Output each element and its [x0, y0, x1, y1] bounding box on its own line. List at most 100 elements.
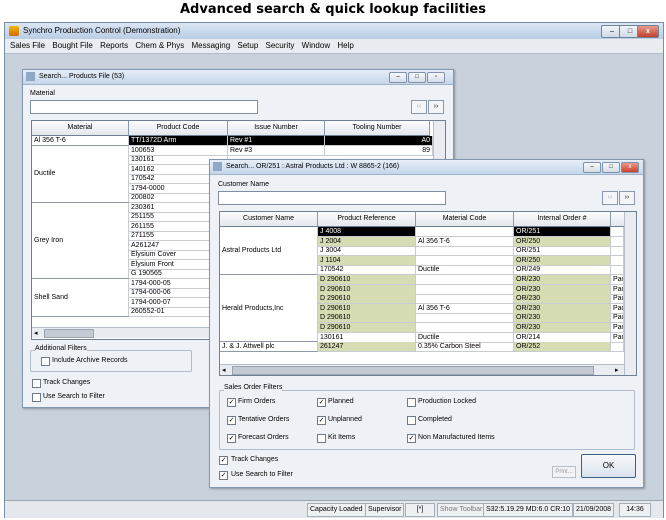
product-code-cell[interactable]: TT/1372D Arm	[129, 136, 228, 146]
product-reference-cell[interactable]: D 290610	[318, 275, 416, 285]
issue-number-cell[interactable]: Rev #1	[228, 136, 325, 146]
extra-cell[interactable]: Pac	[611, 303, 624, 314]
extra-cell[interactable]: Pac	[611, 275, 624, 285]
product-reference-cell[interactable]: 170542	[318, 265, 416, 276]
material-code-cell[interactable]: Al 356 T-6	[416, 303, 514, 314]
extra-cell[interactable]: Pac	[611, 323, 624, 333]
scroll-thumb[interactable]	[44, 329, 94, 338]
extra-cell[interactable]: Pac	[611, 284, 624, 295]
material-code-cell[interactable]: Ductile	[416, 332, 514, 343]
maximize-icon[interactable]: □	[408, 72, 426, 83]
extra-cell[interactable]	[611, 265, 624, 276]
next-match-button[interactable]: ››	[428, 100, 444, 114]
extra-cell[interactable]	[611, 255, 624, 266]
product-reference-cell[interactable]: D 290610	[318, 303, 416, 314]
prev-match-button[interactable]: ‹‹	[602, 191, 618, 205]
maximize-icon[interactable]: □	[602, 162, 620, 173]
internal-order-cell[interactable]: OR/230	[514, 284, 611, 295]
col-material-code[interactable]: Material Code	[416, 212, 514, 227]
product-reference-cell[interactable]: J 3004	[318, 246, 416, 257]
col-customer-name[interactable]: Customer Name	[220, 212, 318, 227]
internal-order-cell[interactable]: OR/250	[514, 236, 611, 247]
product-reference-cell[interactable]: 261247	[318, 342, 416, 353]
minimize-icon[interactable]: –	[583, 162, 601, 173]
extra-cell[interactable]: Pac	[611, 313, 624, 324]
filter-checkbox[interactable]: ✓	[227, 398, 236, 407]
internal-order-cell[interactable]: OR/250	[514, 255, 611, 266]
filter-checkbox[interactable]: ✓	[407, 434, 416, 443]
ok-button[interactable]: OK	[581, 454, 636, 478]
internal-order-cell[interactable]: OR/252	[514, 342, 611, 353]
col-product-code[interactable]: Product Code	[129, 121, 228, 136]
col-product-reference[interactable]: Product Reference	[318, 212, 416, 227]
material-code-cell[interactable]	[416, 246, 514, 257]
menu-sales-file[interactable]: Sales File	[10, 41, 45, 50]
filter-checkbox[interactable]: ✓	[227, 416, 236, 425]
filter-checkbox[interactable]: ✓	[317, 398, 326, 407]
issue-number-cell[interactable]: Rev #3	[228, 145, 325, 156]
orders-vscroll[interactable]	[624, 212, 636, 375]
use-search-filter-checkbox[interactable]	[32, 393, 41, 402]
extra-cell[interactable]	[611, 227, 624, 237]
include-archive-checkbox[interactable]	[41, 357, 50, 366]
internal-order-cell[interactable]: OR/249	[514, 265, 611, 276]
internal-order-cell[interactable]: OR/230	[514, 294, 611, 305]
internal-order-cell[interactable]: OR/230	[514, 323, 611, 333]
material-code-cell[interactable]	[416, 294, 514, 305]
internal-order-cell[interactable]: OR/230	[514, 303, 611, 314]
material-code-cell[interactable]	[416, 275, 514, 285]
extra-cell[interactable]: Pac	[611, 332, 624, 343]
col-tooling-number[interactable]: Tooling Number	[325, 121, 430, 136]
menu-setup[interactable]: Setup	[237, 41, 258, 50]
internal-order-cell[interactable]: OR/230	[514, 313, 611, 324]
material-code-cell[interactable]: Al 356 T-6	[416, 236, 514, 247]
scroll-right-icon[interactable]: ▸	[615, 366, 619, 374]
filter-checkbox[interactable]	[407, 398, 416, 407]
extra-cell[interactable]	[611, 246, 624, 257]
track-changes-checkbox[interactable]	[32, 379, 41, 388]
use-search-filter-checkbox[interactable]: ✓	[219, 471, 228, 480]
orders-window-titlebar[interactable]: Search... OR/251 : Astral Products Ltd :…	[210, 160, 643, 175]
close-icon[interactable]: x	[621, 162, 639, 173]
material-code-cell[interactable]	[416, 313, 514, 324]
orders-hscroll[interactable]: ◂ ▸	[220, 364, 624, 375]
scroll-left-icon[interactable]: ◂	[222, 366, 226, 374]
filter-checkbox[interactable]: ✓	[317, 416, 326, 425]
extra-cell[interactable]: Pac	[611, 294, 624, 305]
filter-checkbox[interactable]	[407, 416, 416, 425]
product-reference-cell[interactable]: D 290610	[318, 313, 416, 324]
material-code-cell[interactable]	[416, 284, 514, 295]
menu-reports[interactable]: Reports	[100, 41, 128, 50]
filter-checkbox[interactable]	[317, 434, 326, 443]
show-toolbar-button[interactable]: Show Toolbar	[437, 503, 486, 517]
product-reference-cell[interactable]: D 290610	[318, 323, 416, 333]
material-code-cell[interactable]	[416, 227, 514, 237]
filter-checkbox[interactable]: ✓	[227, 434, 236, 443]
internal-order-cell[interactable]: OR/251	[514, 246, 611, 257]
product-reference-cell[interactable]: J 2004	[318, 236, 416, 247]
menu-bought-file[interactable]: Bought File	[52, 41, 92, 50]
internal-order-cell[interactable]: OR/230	[514, 275, 611, 285]
product-reference-cell[interactable]: D 290610	[318, 294, 416, 305]
menu-messaging[interactable]: Messaging	[191, 41, 230, 50]
menu-chem-phys[interactable]: Chem & Phys	[135, 41, 184, 50]
tooling-number-cell[interactable]: A0	[325, 136, 433, 146]
material-code-cell[interactable]	[416, 255, 514, 266]
material-code-cell[interactable]: 0.35% Carbon Steel	[416, 342, 514, 353]
col-issue-number[interactable]: Issue Number	[228, 121, 325, 136]
minimize-icon[interactable]: –	[389, 72, 407, 83]
extra-cell[interactable]	[611, 236, 624, 247]
track-changes-checkbox[interactable]: ✓	[219, 456, 228, 465]
product-reference-cell[interactable]: J 1104	[318, 255, 416, 266]
product-code-cell[interactable]: 100653	[129, 145, 228, 156]
material-code-cell[interactable]	[416, 323, 514, 333]
product-reference-cell[interactable]: D 290610	[318, 284, 416, 295]
menu-window[interactable]: Window	[302, 41, 330, 50]
menu-help[interactable]: Help	[337, 41, 353, 50]
material-code-cell[interactable]: Ductile	[416, 265, 514, 276]
menu-security[interactable]: Security	[266, 41, 295, 50]
material-search-input[interactable]	[30, 100, 258, 114]
col-material[interactable]: Material	[32, 121, 129, 136]
scroll-thumb[interactable]	[232, 366, 594, 375]
internal-order-cell[interactable]: OR/214	[514, 332, 611, 343]
